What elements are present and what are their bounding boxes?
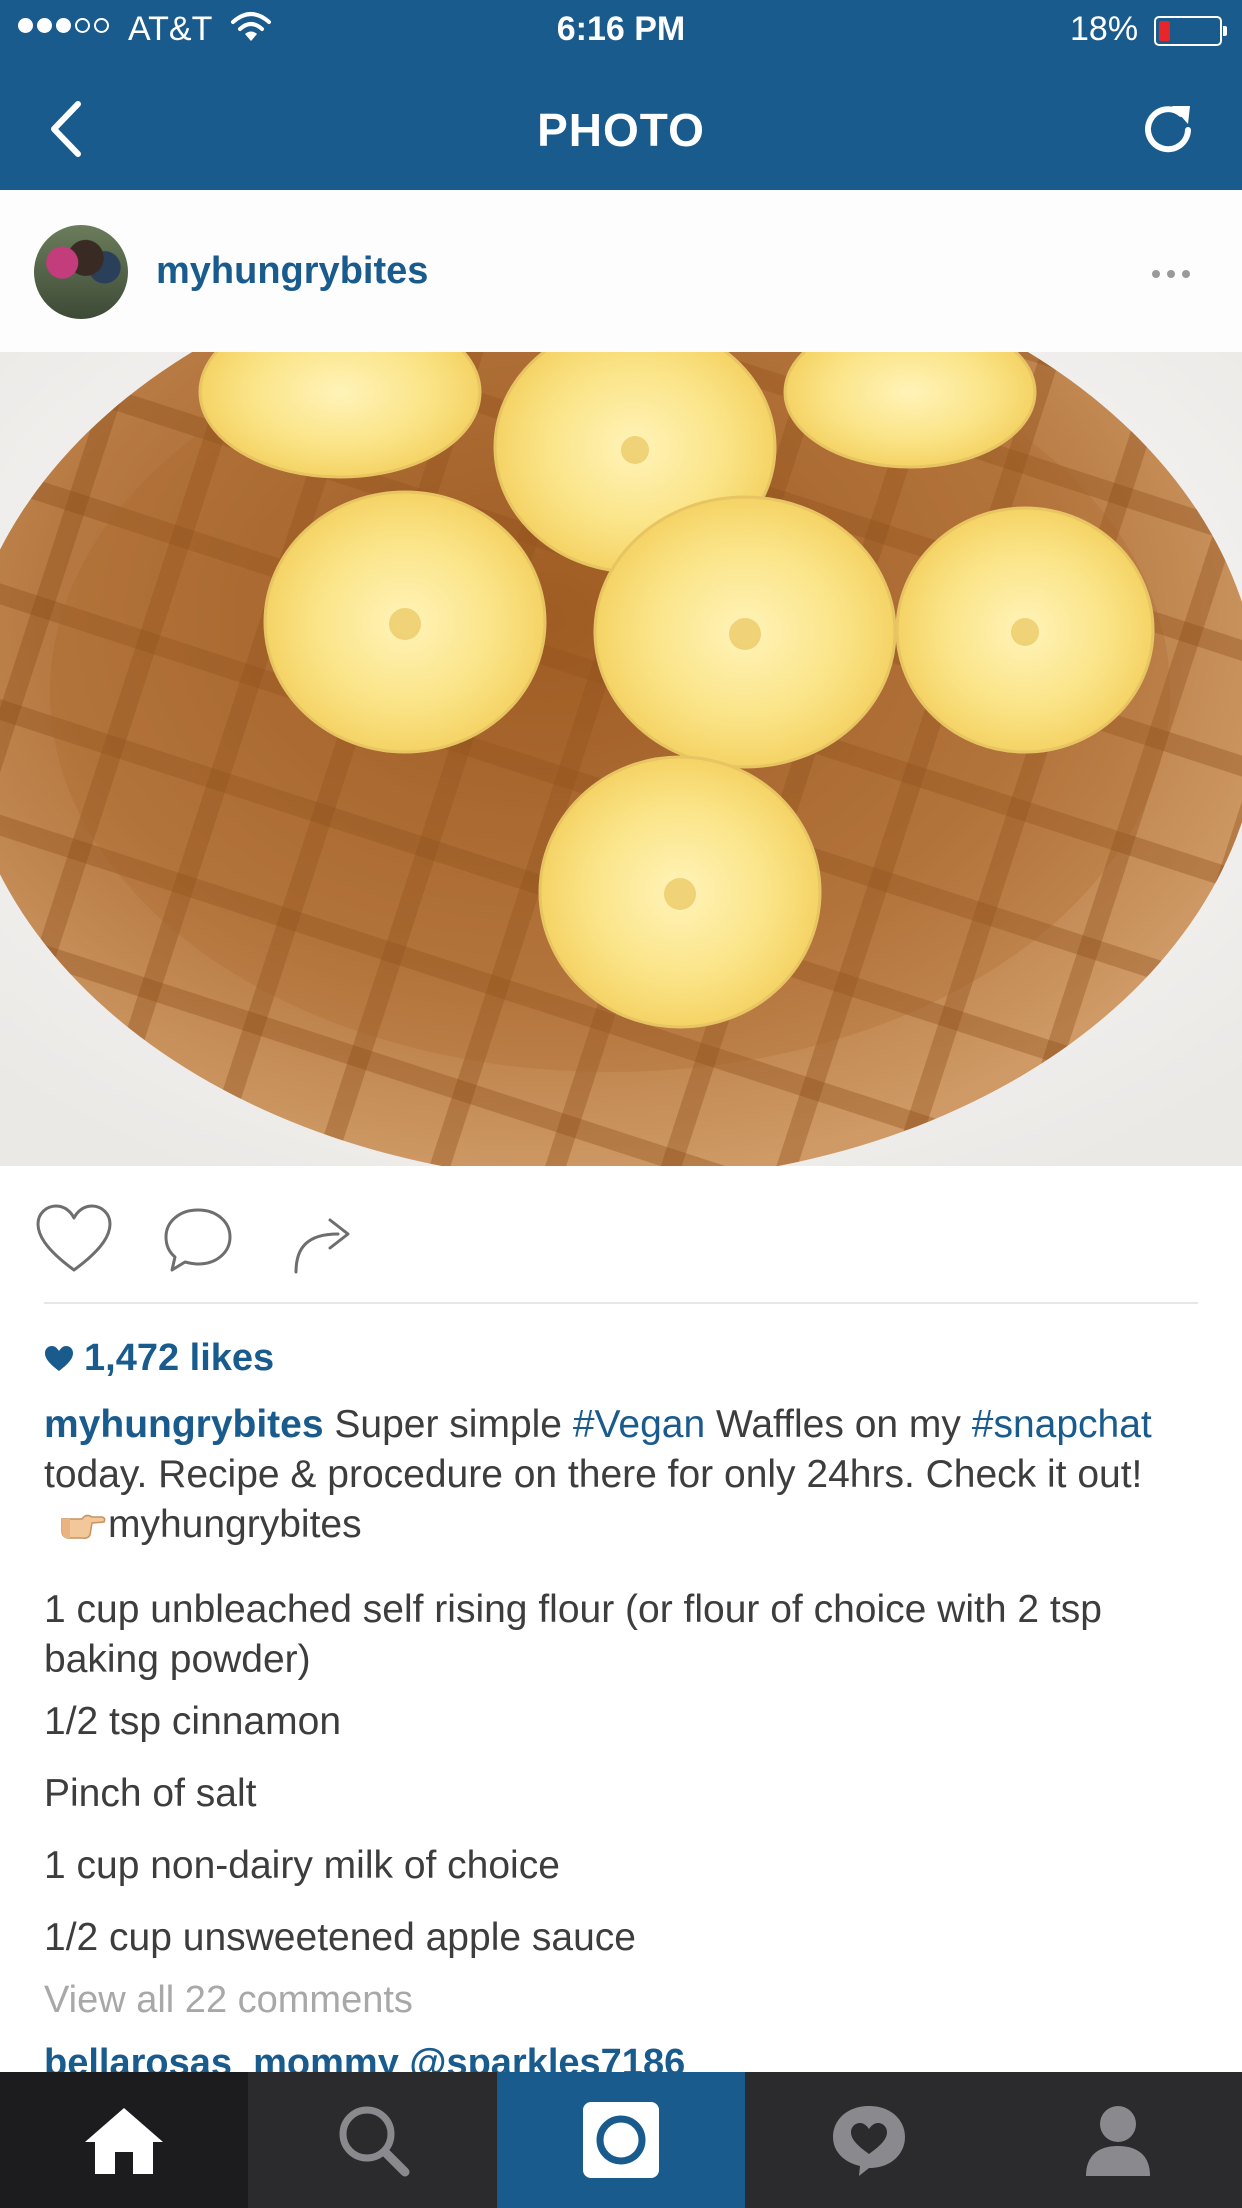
tab-search[interactable]	[248, 2072, 496, 2208]
waffle-photo	[0, 352, 1242, 1166]
divider	[44, 1302, 1198, 1304]
tab-bar	[0, 2072, 1242, 2208]
caption-text: today. Recipe & procedure on there for o…	[44, 1453, 1143, 1496]
avatar[interactable]	[34, 225, 128, 319]
caption-text: Super simple	[323, 1403, 573, 1446]
recipe-line: 1/2 tsp cinnamon	[44, 1700, 342, 1743]
caption-text: myhungrybites	[108, 1503, 362, 1546]
camera-icon	[582, 2102, 659, 2178]
pointing-right-icon	[61, 1514, 106, 1539]
heart-icon	[36, 1204, 112, 1272]
refresh-icon	[1145, 106, 1191, 153]
view-all-comments-link[interactable]: View all 22 comments	[44, 1979, 413, 2022]
recipe-line: 1/2 cup unsweetened apple sauce	[44, 1916, 636, 1959]
share-button[interactable]	[286, 1202, 366, 1276]
battery-icon	[1154, 16, 1227, 46]
status-bar: AT&T 6:16 PM 18%	[0, 0, 1242, 62]
refresh-button[interactable]	[1134, 94, 1204, 164]
tab-camera[interactable]	[496, 2072, 746, 2208]
comment-icon	[164, 1208, 232, 1272]
ellipsis-icon[interactable]	[1152, 270, 1190, 278]
share-icon	[294, 1218, 350, 1274]
activity-icon	[833, 2106, 906, 2176]
hashtag-vegan[interactable]: #Vegan	[573, 1403, 705, 1446]
search-icon	[339, 2106, 410, 2177]
hashtag-snapchat[interactable]: #snapchat	[972, 1403, 1152, 1446]
profile-icon	[1085, 2106, 1150, 2176]
post-actions	[0, 1166, 1242, 1302]
battery-percent: 18%	[1070, 10, 1139, 48]
caption-text: Waffles on my	[705, 1403, 972, 1446]
caption: myhungrybites Super simple #Vegan Waffle…	[44, 1400, 1204, 1550]
post-username[interactable]: myhungrybites	[156, 250, 428, 293]
heart-filled-icon	[45, 1345, 73, 1371]
tab-profile[interactable]	[994, 2072, 1242, 2208]
caption-username[interactable]: myhungrybites	[44, 1403, 324, 1446]
top-bar: AT&T 6:16 PM 18% PHOTO	[0, 0, 1242, 190]
tab-activity[interactable]	[745, 2072, 993, 2208]
like-button[interactable]	[34, 1202, 114, 1276]
post-header: myhungrybites	[0, 190, 1242, 353]
likes-count[interactable]: 1,472 likes	[44, 1337, 274, 1380]
page-title: PHOTO	[537, 104, 705, 156]
tab-home[interactable]	[0, 2072, 249, 2208]
clock: 6:16 PM	[556, 10, 686, 48]
comment-button[interactable]	[158, 1202, 238, 1276]
likes-label: 1,472 likes	[84, 1337, 275, 1379]
recipe-line: 1 cup non-dairy milk of choice	[44, 1844, 560, 1887]
recipe-line: 1 cup unbleached self rising flour (or f…	[44, 1588, 1102, 1681]
post-photo[interactable]	[0, 352, 1242, 1166]
home-icon	[85, 2108, 164, 2174]
recipe-line: Pinch of salt	[44, 1772, 257, 1815]
